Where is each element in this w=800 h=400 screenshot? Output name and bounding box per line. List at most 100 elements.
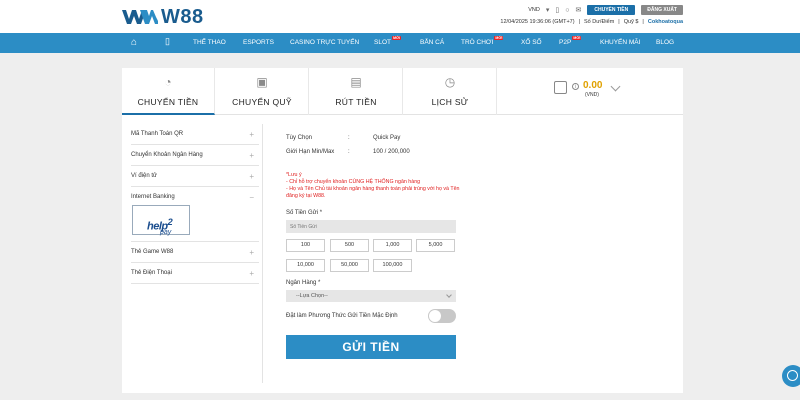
- quick-amount-button[interactable]: 500: [330, 239, 369, 252]
- method-label: Chuyển Khoản Ngân Hàng: [131, 152, 203, 158]
- nav-item-slot[interactable]: SLOT MỚI: [374, 36, 401, 46]
- toggle-knob: [429, 310, 441, 322]
- deposit-note: *Lưu ý - Chỉ hỗ trợ chuyển khoản CÙNG HỆ…: [286, 172, 466, 200]
- username[interactable]: Cokhoatoqua: [648, 19, 683, 25]
- mobile-icon[interactable]: ▯: [555, 7, 559, 14]
- limit-value: 100 / 200,000: [373, 149, 410, 155]
- help2pay-logo-pay: pay: [160, 229, 172, 236]
- default-method-label: Đặt làm Phương Thức Gửi Tiền Mặc Định: [286, 313, 398, 319]
- nav-item-games[interactable]: TRÒ CHƠI MỚI: [461, 36, 504, 46]
- plus-icon: +: [249, 130, 254, 139]
- help2pay-option[interactable]: help2 pay: [132, 205, 190, 236]
- method-phone-card[interactable]: Thẻ Điện Thoại +: [131, 263, 259, 284]
- method-label: Thẻ Điện Thoại: [131, 270, 172, 276]
- method-game-card[interactable]: Thẻ Game W88 +: [131, 242, 259, 263]
- method-label: Thẻ Game W88: [131, 249, 174, 255]
- logout-button[interactable]: ĐĂNG XUẤT: [641, 5, 683, 15]
- points-link[interactable]: Số Dư/Điểm: [584, 19, 614, 25]
- chevron-down-icon[interactable]: ▾: [546, 7, 550, 14]
- nav-item-p2p[interactable]: P2P MỚI: [559, 36, 582, 46]
- live-chat-button[interactable]: [782, 365, 800, 387]
- note-title: *Lưu ý: [286, 172, 302, 178]
- divider: |: [618, 19, 620, 25]
- quick-amount-button[interactable]: 50,000: [330, 259, 369, 272]
- bank-select-value: --Lựa Chọn--: [296, 293, 328, 299]
- new-badge: MỚI: [494, 36, 504, 40]
- separator: :: [348, 135, 350, 141]
- quick-amount-button[interactable]: 100,000: [373, 259, 412, 272]
- plus-icon: +: [249, 269, 254, 278]
- amount-input[interactable]: [286, 220, 456, 233]
- piggy-bank-icon: ◔: [164, 75, 172, 89]
- nav-item-sports[interactable]: THỂ THAO: [193, 39, 226, 46]
- quick-amount-button[interactable]: 1,000: [373, 239, 412, 252]
- bank-label: Ngân Hàng *: [286, 280, 321, 286]
- note-line: - Họ và Tên Chủ tài khoản ngân hàng than…: [286, 186, 460, 199]
- balance-amount: 0.00: [583, 80, 603, 91]
- method-label: Ví điện tử: [131, 173, 158, 179]
- nav-item-fishing[interactable]: BẮN CÁ: [420, 39, 444, 46]
- mobile-app-icon[interactable]: ▯: [165, 36, 170, 47]
- transfer-icon: ▣: [256, 75, 268, 89]
- chevron-down-icon: [446, 292, 452, 298]
- tab-label: RÚT TIỀN: [335, 97, 377, 107]
- payment-methods: Mã Thanh Toán QR + Chuyển Khoản Ngân Hàn…: [131, 124, 259, 284]
- w-logo-icon: [122, 10, 158, 24]
- wallet-icon: [554, 81, 567, 94]
- profile-icon[interactable]: ○: [565, 7, 569, 14]
- plus-icon: +: [249, 172, 254, 181]
- history-icon: ◷: [444, 75, 456, 89]
- nav-item-promotions[interactable]: KHUYẾN MÃI: [600, 39, 640, 46]
- account-area: VND ▾ ▯ ○ ✉ CHUYỂN TIỀN ĐĂNG XUẤT 12/04/…: [473, 5, 683, 29]
- tab-label: CHUYỂN QUỸ: [232, 97, 292, 107]
- nav-item-label: SLOT: [374, 39, 391, 46]
- chevron-down-icon[interactable]: [610, 81, 621, 92]
- amount-label: Số Tiền Gửi *: [286, 210, 323, 216]
- brand-name: W88: [161, 5, 204, 28]
- main-nav: ⌂ ▯ THỂ THAO ESPORTS CASINO TRỰC TUYẾN S…: [0, 33, 800, 53]
- default-method-toggle[interactable]: [428, 309, 456, 323]
- nav-item-label: P2P: [559, 39, 572, 46]
- balance-box[interactable]: i 0.00 (VND): [497, 68, 683, 115]
- mail-icon[interactable]: ✉: [575, 7, 581, 14]
- separator: :: [348, 149, 350, 155]
- quick-amount-button[interactable]: 100: [286, 239, 325, 252]
- headset-icon: [787, 370, 798, 381]
- withdraw-icon: ▤: [350, 75, 362, 89]
- new-badge: MỚI: [572, 36, 582, 40]
- nav-item-casino[interactable]: CASINO TRỰC TUYẾN: [290, 39, 359, 46]
- method-bank-transfer[interactable]: Chuyển Khoản Ngân Hàng +: [131, 145, 259, 166]
- divider: |: [642, 19, 644, 25]
- fund-link[interactable]: Quỹ $: [624, 19, 639, 25]
- nav-item-blog[interactable]: BLOG: [656, 39, 674, 46]
- note-line: - Chỉ hỗ trợ chuyển khoản CÙNG HỆ THỐNG …: [286, 179, 421, 185]
- tab-withdraw[interactable]: ▤ RÚT TIỀN: [310, 68, 403, 115]
- method-internet-banking[interactable]: Internet Banking − help2 pay: [131, 187, 259, 242]
- minus-icon: −: [249, 193, 254, 202]
- quick-amount-button[interactable]: 10,000: [286, 259, 325, 272]
- option-label: Tùy Chọn: [286, 135, 313, 141]
- divider: [262, 124, 263, 383]
- home-icon[interactable]: ⌂: [131, 37, 137, 48]
- bank-select[interactable]: --Lựa Chọn--: [286, 290, 456, 302]
- quick-amount-button[interactable]: 5,000: [416, 239, 455, 252]
- divider: |: [578, 19, 581, 25]
- tab-deposit[interactable]: ◔ CHUYỂN TIỀN: [122, 68, 215, 115]
- submit-deposit-button[interactable]: GỬI TIỀN: [286, 335, 456, 359]
- option-value: Quick Pay: [373, 135, 401, 141]
- method-qr[interactable]: Mã Thanh Toán QR +: [131, 124, 259, 145]
- nav-item-label: TRÒ CHƠI: [461, 39, 494, 46]
- currency-select[interactable]: VND: [528, 7, 540, 13]
- nav-item-esports[interactable]: ESPORTS: [243, 39, 274, 46]
- plus-icon: +: [249, 151, 254, 160]
- tab-history[interactable]: ◷ LỊCH SỬ: [404, 68, 497, 115]
- logo[interactable]: W88: [122, 6, 204, 28]
- plus-icon: +: [249, 248, 254, 257]
- tab-label: LỊCH SỬ: [431, 97, 469, 107]
- tab-transfer[interactable]: ▣ CHUYỂN QUỸ: [216, 68, 309, 115]
- method-ewallet[interactable]: Ví điện tử +: [131, 166, 259, 187]
- info-icon[interactable]: i: [572, 83, 579, 90]
- nav-item-lottery[interactable]: XỔ SỐ: [521, 39, 542, 46]
- deposit-button[interactable]: CHUYỂN TIỀN: [587, 5, 636, 15]
- balance-unit: (VND): [585, 92, 599, 98]
